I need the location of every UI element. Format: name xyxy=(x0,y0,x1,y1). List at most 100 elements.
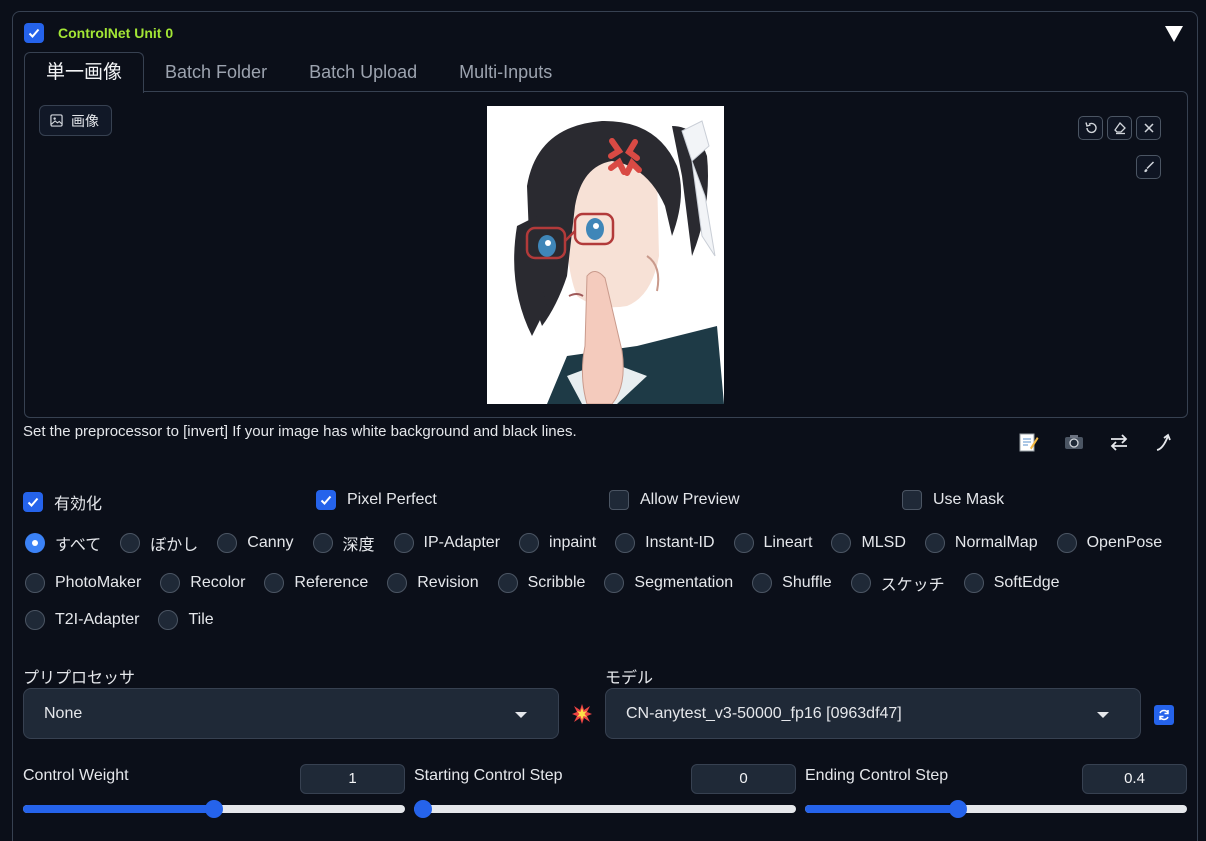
model-label: モデル xyxy=(605,670,654,687)
control-type-option[interactable]: NormalMap xyxy=(924,533,1038,553)
control-type-option[interactable]: Reference xyxy=(264,573,368,593)
radio-button[interactable] xyxy=(519,533,540,553)
control-type-option[interactable]: ぼかし xyxy=(120,531,198,555)
ending-step-label: Ending Control Step xyxy=(805,767,949,784)
use-mask-option[interactable]: Use Mask xyxy=(902,490,1004,510)
control-weight-thumb[interactable] xyxy=(205,800,223,818)
control-type-option[interactable]: すべて xyxy=(25,531,101,555)
control-type-option[interactable]: 深度 xyxy=(312,531,375,555)
control-type-option[interactable]: スケッチ xyxy=(850,571,945,595)
control-type-option[interactable]: MLSD xyxy=(831,533,906,553)
collapse-triangle-icon[interactable] xyxy=(1165,26,1183,42)
radio-button[interactable] xyxy=(831,533,852,553)
control-type-option[interactable]: PhotoMaker xyxy=(25,573,141,593)
undo-button[interactable] xyxy=(1078,116,1103,140)
control-type-option[interactable]: Lineart xyxy=(733,533,812,553)
control-type-label: 深度 xyxy=(342,537,375,554)
uploaded-image[interactable] xyxy=(487,106,724,404)
control-type-row-3: T2I-Adapter Tile xyxy=(25,610,233,630)
control-type-option[interactable]: Tile xyxy=(158,610,214,630)
radio-button[interactable] xyxy=(850,573,871,593)
radio-button[interactable] xyxy=(604,573,625,593)
radio-button[interactable] xyxy=(752,573,773,593)
control-type-option[interactable]: Shuffle xyxy=(752,573,832,593)
radio-button[interactable] xyxy=(158,610,179,630)
enable-option[interactable]: 有効化 xyxy=(23,490,102,514)
control-weight-label: Control Weight xyxy=(23,767,129,784)
swap-arrows-icon xyxy=(1110,434,1128,451)
control-type-option[interactable]: Canny xyxy=(217,533,294,553)
radio-button[interactable] xyxy=(387,573,408,593)
swap-button[interactable] xyxy=(1106,430,1132,454)
allow-preview-checkbox[interactable] xyxy=(609,490,629,510)
radio-button[interactable] xyxy=(312,533,333,553)
pixel-perfect-checkbox[interactable] xyxy=(316,490,336,510)
tab-multi-inputs[interactable]: Multi-Inputs xyxy=(438,52,573,92)
unit-header: ControlNet Unit 0 xyxy=(24,23,173,43)
radio-button[interactable] xyxy=(25,610,45,630)
image-upload-area[interactable]: 画像 xyxy=(24,91,1188,418)
starting-step-slider[interactable] xyxy=(414,800,796,818)
control-type-label: Shuffle xyxy=(782,574,832,591)
camera-button[interactable] xyxy=(1061,430,1087,454)
control-type-option[interactable]: Scribble xyxy=(497,573,585,593)
tab-batch-upload[interactable]: Batch Upload xyxy=(288,52,438,92)
ending-step-slider[interactable] xyxy=(805,800,1187,818)
preprocessor-dropdown[interactable]: None xyxy=(23,688,559,739)
radio-button[interactable] xyxy=(615,533,636,553)
radio-button[interactable] xyxy=(217,533,238,553)
control-type-option[interactable]: Revision xyxy=(387,573,479,593)
control-type-label: Canny xyxy=(247,534,294,551)
allow-preview-option[interactable]: Allow Preview xyxy=(609,490,740,510)
control-type-option[interactable]: Recolor xyxy=(160,573,245,593)
radio-button[interactable] xyxy=(924,533,945,553)
control-type-option[interactable]: OpenPose xyxy=(1056,533,1162,553)
input-tabs: 単一画像 Batch Folder Batch Upload Multi-Inp… xyxy=(24,52,573,93)
control-type-option[interactable]: Segmentation xyxy=(604,573,733,593)
model-dropdown[interactable]: CN-anytest_v3-50000_fp16 [0963df47] xyxy=(605,688,1141,739)
radio-button[interactable] xyxy=(25,533,45,553)
control-type-option[interactable]: T2I-Adapter xyxy=(25,610,139,630)
curved-arrow-icon xyxy=(1156,433,1171,451)
radio-button[interactable] xyxy=(733,533,754,553)
control-type-label: IP-Adapter xyxy=(423,534,501,551)
control-type-option[interactable]: Instant-ID xyxy=(615,533,715,553)
control-weight-slider[interactable] xyxy=(23,800,405,818)
control-type-label: NormalMap xyxy=(954,534,1038,551)
radio-button[interactable] xyxy=(160,573,181,593)
refresh-models-button[interactable] xyxy=(1154,705,1174,725)
eraser-button[interactable] xyxy=(1107,116,1132,140)
radio-button[interactable] xyxy=(393,533,414,553)
radio-button[interactable] xyxy=(963,573,984,593)
pixel-perfect-option[interactable]: Pixel Perfect xyxy=(316,490,437,510)
radio-button[interactable] xyxy=(120,533,141,553)
control-type-option[interactable]: IP-Adapter xyxy=(393,533,501,553)
unit-enable-checkbox[interactable] xyxy=(24,23,44,43)
starting-step-thumb[interactable] xyxy=(414,800,432,818)
use-mask-checkbox[interactable] xyxy=(902,490,922,510)
ending-step-input[interactable]: 0.4 xyxy=(1082,764,1187,794)
control-type-row-1: すべて ぼかし Canny 深度 IP-Adapter inpaint Instant-ID… xyxy=(25,531,1181,555)
radio-button[interactable] xyxy=(497,573,518,593)
brush-icon xyxy=(1143,161,1154,173)
radio-button[interactable] xyxy=(1056,533,1077,553)
pixel-perfect-label: Pixel Perfect xyxy=(347,491,437,508)
starting-step-input[interactable]: 0 xyxy=(691,764,796,794)
control-type-label: ぼかし xyxy=(150,537,199,554)
radio-button[interactable] xyxy=(264,573,285,593)
enable-checkbox[interactable] xyxy=(23,492,43,512)
brush-button[interactable] xyxy=(1136,155,1161,179)
control-type-option[interactable]: inpaint xyxy=(519,533,596,553)
notes-button[interactable] xyxy=(1015,430,1041,454)
control-type-label: すべて xyxy=(55,537,102,554)
ending-step-thumb[interactable] xyxy=(948,800,967,818)
enable-label: 有効化 xyxy=(54,496,103,513)
send-dimensions-button[interactable] xyxy=(1151,430,1177,454)
clear-button[interactable] xyxy=(1136,116,1161,140)
control-type-option[interactable]: SoftEdge xyxy=(963,573,1060,593)
radio-button[interactable] xyxy=(25,573,45,593)
run-preprocessor-button[interactable] xyxy=(571,703,593,730)
tab-batch-folder[interactable]: Batch Folder xyxy=(144,52,288,92)
control-weight-input[interactable]: 1 xyxy=(300,764,405,794)
tab-single-image[interactable]: 単一画像 xyxy=(24,52,145,93)
